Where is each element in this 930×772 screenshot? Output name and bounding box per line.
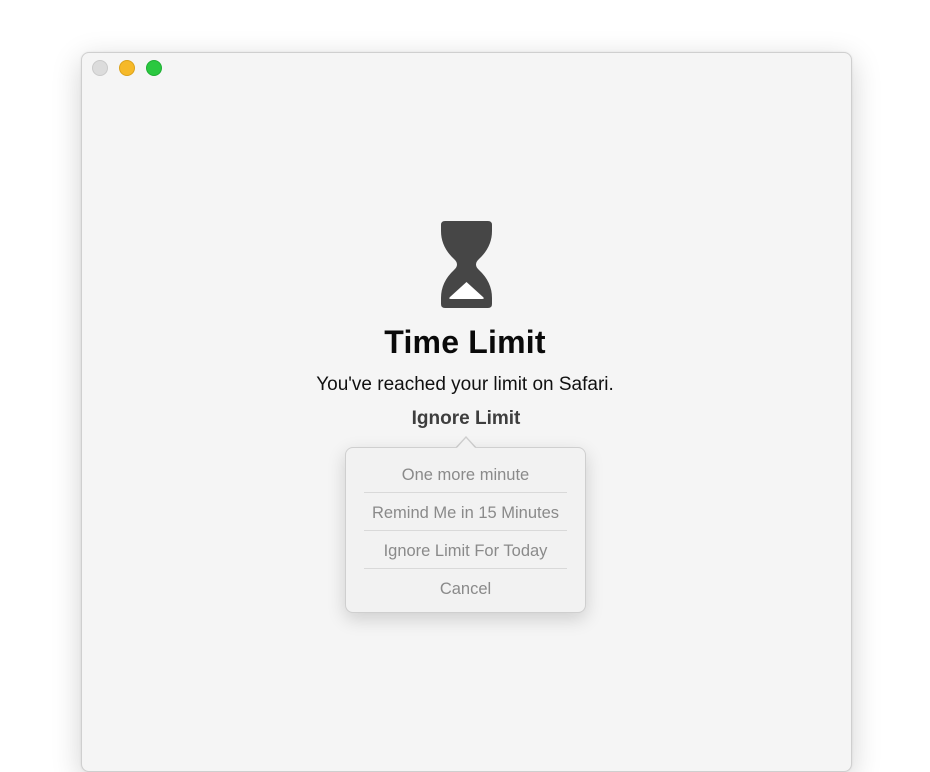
menu-separator <box>364 492 567 493</box>
menu-separator <box>364 530 567 531</box>
menu-item-cancel[interactable]: Cancel <box>364 570 567 608</box>
menu-item-ignore-for-today[interactable]: Ignore Limit For Today <box>364 532 567 570</box>
window-controls <box>92 60 162 76</box>
menu-item-one-more-minute[interactable]: One more minute <box>364 456 567 494</box>
zoom-window-button[interactable] <box>146 60 162 76</box>
ignore-limit-button[interactable]: Ignore Limit <box>366 408 566 430</box>
page-title: Time Limit <box>384 324 546 360</box>
minimize-window-button[interactable] <box>119 60 135 76</box>
limit-message: You've reached your limit on Safari. <box>316 374 614 395</box>
menu-item-remind-15-minutes[interactable]: Remind Me in 15 Minutes <box>364 494 567 532</box>
menu-separator <box>364 568 567 569</box>
close-window-button[interactable] <box>92 60 108 76</box>
ignore-limit-popover: One more minute Remind Me in 15 Minutes … <box>345 447 586 613</box>
hourglass-icon <box>441 221 492 308</box>
popover-arrow-fill <box>456 438 476 449</box>
